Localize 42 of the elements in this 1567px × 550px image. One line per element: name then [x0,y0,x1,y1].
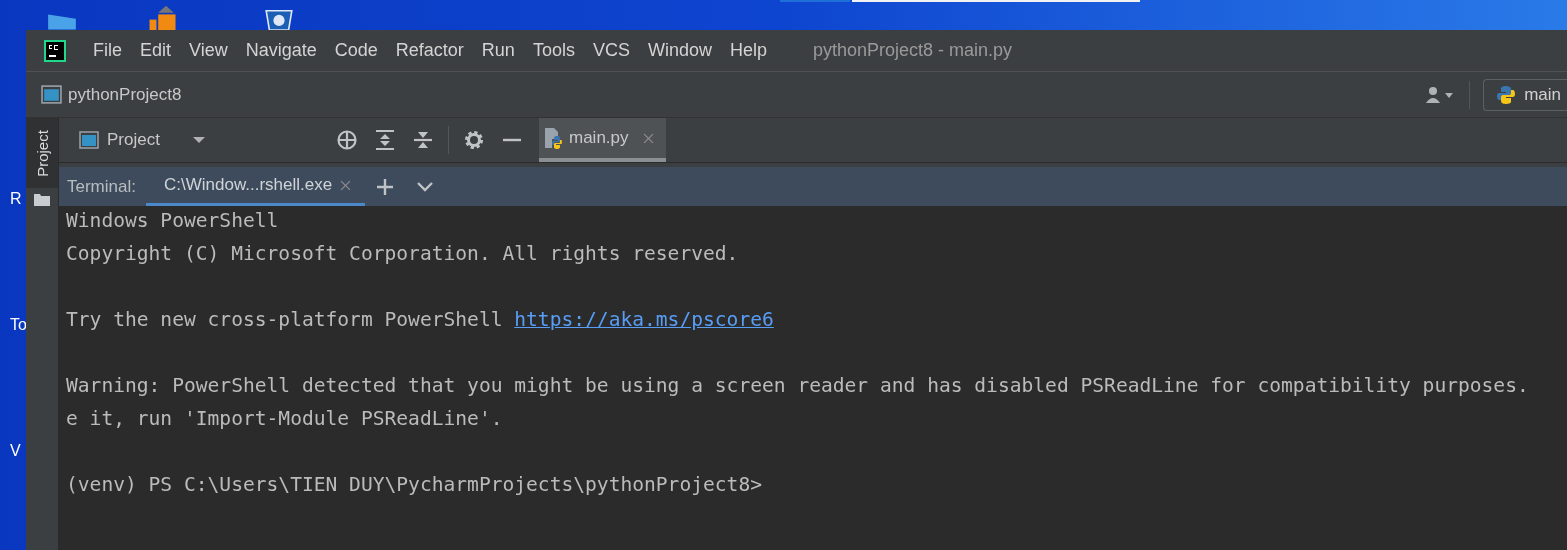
crosshair-icon[interactable] [336,129,358,151]
link[interactable]: https://aka.ms/pscore6 [514,308,774,331]
breadcrumb[interactable]: pythonProject8 [68,84,182,105]
terminal-line: Windows PowerShell [66,209,279,232]
project-view-selector[interactable]: Project [107,130,160,150]
terminal-line: Warning: PowerShell detected that you might be using a screen reader and has disabled PSReadLine for compatibility purposes. [66,374,1529,397]
desktop-icon-label: To [10,316,26,334]
menu-item[interactable]: Refactor [395,40,464,61]
editor-tab[interactable]: main.py [539,118,666,162]
app-logo-icon [44,39,66,62]
menu-item[interactable]: Tools [532,40,575,61]
project-view-icon [79,131,99,149]
python-file-icon [543,127,563,149]
terminal-label: Terminal: [67,176,136,197]
terminal-line: Copyright (C) Microsoft Corporation. All rights reserved. [66,242,739,265]
add-icon[interactable] [376,177,395,196]
caret-icon[interactable] [191,136,206,144]
project-tool-tab[interactable]: Project [26,118,58,188]
folder-icon [34,192,50,206]
menu-item[interactable]: View [189,40,228,61]
run-configuration-dropdown[interactable]: main [1483,78,1567,111]
menu-item[interactable]: Help [729,40,767,61]
menu-item[interactable]: Code [334,40,378,61]
project-folder-icon [41,85,62,104]
menu-item[interactable]: Window [647,40,712,61]
menu-item[interactable]: File [93,40,122,61]
collapse-all-icon[interactable] [412,129,434,151]
window-title: pythonProject8 - main.py [813,40,1013,61]
settings-icon[interactable] [463,129,485,151]
close-icon[interactable] [340,179,352,191]
menu-item[interactable]: Run [481,40,515,61]
user-dropdown-icon[interactable] [1425,84,1456,105]
desktop-icon-label: V [10,442,22,460]
expand-all-icon[interactable] [374,129,396,151]
terminal-line: Try the new cross-platform PowerShell [66,308,504,331]
menu-item[interactable]: Navigate [245,40,317,61]
desktop-icon-label: R [10,190,23,208]
terminal-line: (venv) PS C:\Users\TIEN DUY\PycharmProjects\pythonProject8> [66,473,762,496]
menu-item[interactable]: VCS [592,40,630,61]
python-icon [1496,84,1517,105]
menu-item[interactable]: Edit [140,40,172,61]
terminal-line: e it, run 'Import-Module PSReadLine'. [66,407,503,430]
